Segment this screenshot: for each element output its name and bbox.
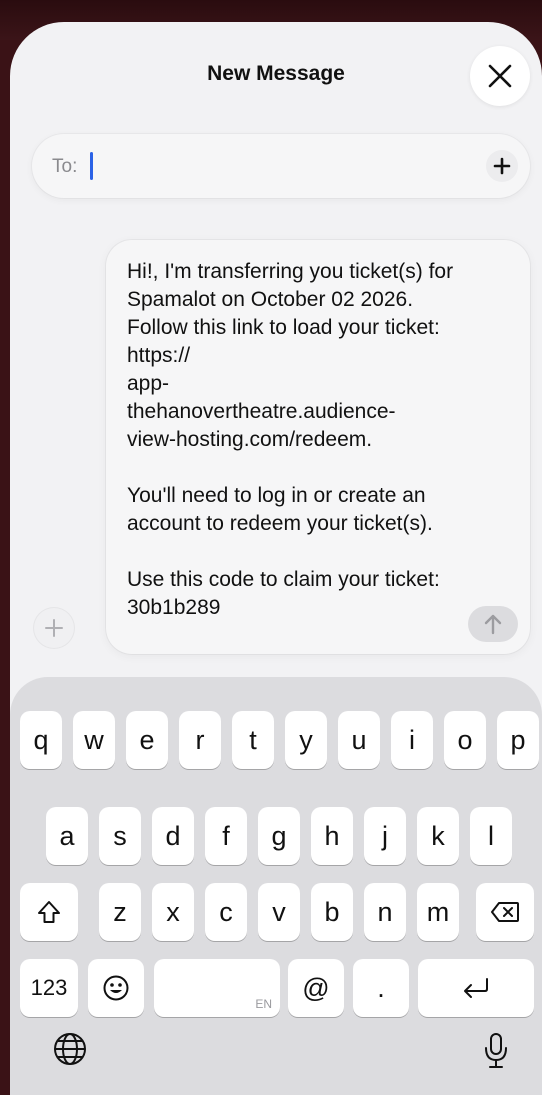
key-q[interactable]: q xyxy=(20,711,62,769)
key-y[interactable]: y xyxy=(285,711,327,769)
new-message-sheet: New Message To: Hi!, I'm transferring yo… xyxy=(10,22,542,1095)
emoji-icon xyxy=(103,975,129,1001)
key-c[interactable]: c xyxy=(205,883,247,941)
return-icon xyxy=(464,978,488,998)
keyboard: q w e r t y u i o p a s d f g h j k l z … xyxy=(10,677,542,1095)
key-d[interactable]: d xyxy=(152,807,194,865)
microphone-icon xyxy=(485,1033,507,1068)
period-key[interactable]: . xyxy=(353,959,409,1017)
key-t[interactable]: t xyxy=(232,711,274,769)
recipient-field[interactable]: To: xyxy=(32,134,530,198)
key-n[interactable]: n xyxy=(364,883,406,941)
key-r[interactable]: r xyxy=(179,711,221,769)
close-button[interactable] xyxy=(470,46,530,106)
plus-icon xyxy=(493,157,511,175)
to-label: To: xyxy=(52,156,78,177)
send-button[interactable] xyxy=(468,606,518,642)
message-compose-box[interactable]: Hi!, I'm transferring you ticket(s) for … xyxy=(106,240,530,654)
key-e[interactable]: e xyxy=(126,711,168,769)
page-title: New Message xyxy=(207,62,345,85)
keyboard-language-hint: EN xyxy=(255,997,272,1011)
message-text[interactable]: Hi!, I'm transferring you ticket(s) for … xyxy=(127,258,467,622)
numbers-key[interactable]: 123 xyxy=(20,959,78,1017)
key-l[interactable]: l xyxy=(470,807,512,865)
key-m[interactable]: m xyxy=(417,883,459,941)
space-key[interactable]: EN xyxy=(154,959,280,1017)
delete-icon xyxy=(491,902,519,922)
key-v[interactable]: v xyxy=(258,883,300,941)
key-o[interactable]: o xyxy=(444,711,486,769)
plus-icon xyxy=(45,619,63,637)
key-f[interactable]: f xyxy=(205,807,247,865)
add-recipient-button[interactable] xyxy=(486,150,518,182)
dictation-button[interactable] xyxy=(476,1029,516,1073)
key-b[interactable]: b xyxy=(311,883,353,941)
key-w[interactable]: w xyxy=(73,711,115,769)
key-g[interactable]: g xyxy=(258,807,300,865)
key-p[interactable]: p xyxy=(497,711,539,769)
return-key[interactable] xyxy=(418,959,534,1017)
shift-icon xyxy=(38,901,60,923)
attach-button[interactable] xyxy=(34,608,74,648)
globe-button[interactable] xyxy=(50,1029,90,1069)
key-j[interactable]: j xyxy=(364,807,406,865)
key-a[interactable]: a xyxy=(46,807,88,865)
key-z[interactable]: z xyxy=(99,883,141,941)
key-i[interactable]: i xyxy=(391,711,433,769)
arrow-up-icon xyxy=(484,614,502,635)
key-k[interactable]: k xyxy=(417,807,459,865)
delete-key[interactable] xyxy=(476,883,534,941)
globe-icon xyxy=(54,1033,86,1065)
key-x[interactable]: x xyxy=(152,883,194,941)
key-h[interactable]: h xyxy=(311,807,353,865)
emoji-key[interactable] xyxy=(88,959,144,1017)
close-icon xyxy=(488,64,512,88)
at-key[interactable]: @ xyxy=(288,959,344,1017)
text-cursor xyxy=(90,152,93,180)
shift-key[interactable] xyxy=(20,883,78,941)
key-s[interactable]: s xyxy=(99,807,141,865)
key-u[interactable]: u xyxy=(338,711,380,769)
